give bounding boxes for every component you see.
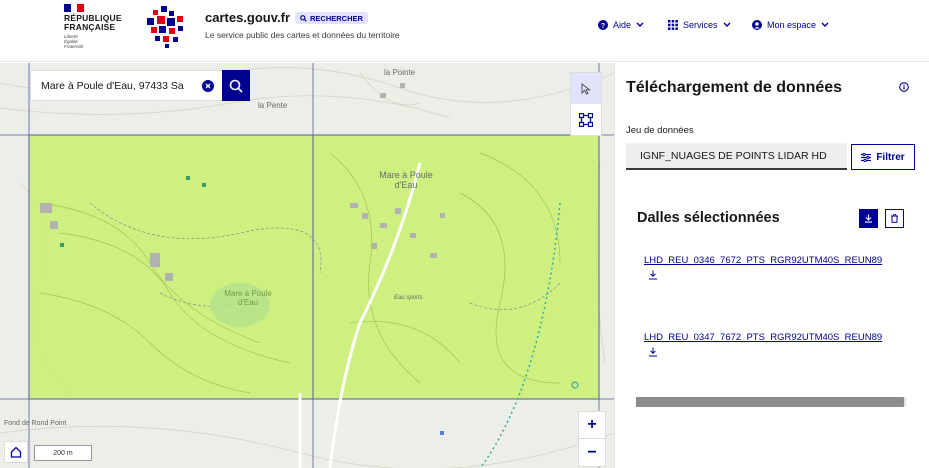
horizontal-scrollbar-thumb[interactable]: [636, 397, 904, 407]
french-flag-icon: [64, 4, 85, 12]
map-search-button[interactable]: [222, 70, 250, 101]
selection-tool-panel: [570, 72, 602, 136]
map-view[interactable]: la Pointe la Pente Mare à Poule d'Eau Ma…: [0, 63, 614, 468]
dataset-label: Jeu de données: [626, 125, 694, 136]
map-scale: 200 m: [34, 445, 92, 461]
home-icon: [10, 446, 22, 458]
search-badge-label: RECHERCHER: [310, 13, 363, 23]
map-label-mare-poule: Mare à Poule d'Eau: [379, 170, 433, 190]
nav-services[interactable]: Services: [668, 20, 731, 30]
search-icon: [229, 79, 243, 93]
grid-icon: [668, 20, 678, 30]
map-label-eau-sports: Eau sports: [394, 295, 423, 301]
panel-title: Téléchargement de données: [626, 79, 843, 96]
tile-list-item: LHD_REU_0347_7672_PTS_RGR92UTM40S_REUN89: [644, 332, 914, 357]
zoom-in-button[interactable]: +: [579, 412, 605, 439]
site-header: RÉPUBLIQUE FRANÇAISE Liberté Égalité Fra…: [0, 0, 929, 62]
selected-tiles-title: Dalles sélectionnées: [637, 210, 780, 226]
download-icon: [865, 214, 872, 223]
search-icon: [300, 14, 307, 22]
download-icon[interactable]: [648, 270, 658, 280]
filter-button[interactable]: Filtrer: [851, 144, 915, 170]
tile-download-link[interactable]: LHD_REU_0347_7672_PTS_RGR92UTM40S_REUN89: [644, 332, 914, 343]
polygon-tool-button[interactable]: [571, 104, 601, 135]
chevron-down-icon: [636, 22, 644, 27]
republic-text: RÉPUBLIQUE FRANÇAISE: [64, 13, 122, 32]
help-circle-icon: ?: [598, 20, 608, 30]
tile-area-left[interactable]: [28, 134, 314, 400]
search-badge[interactable]: RECHERCHER: [295, 12, 368, 24]
pointer-tool-button[interactable]: [571, 73, 601, 104]
tile-download-link[interactable]: LHD_REU_0346_7672_PTS_RGR92UTM40S_REUN89: [644, 255, 914, 266]
cursor-icon: [581, 82, 591, 95]
nav-mon-espace[interactable]: Mon espace: [752, 20, 829, 30]
nav-aide[interactable]: ? Aide: [598, 20, 644, 30]
polygon-select-icon: [579, 112, 593, 127]
map-label-la-pointe: la Pointe: [384, 68, 416, 77]
clear-search-button[interactable]: [202, 79, 214, 92]
ign-logo-icon[interactable]: [143, 4, 189, 48]
chevron-down-icon: [821, 22, 829, 27]
map-search-box: Mare à Poule d'Eau, 97433 Sa: [30, 70, 250, 101]
map-background: [0, 63, 614, 468]
account-icon: [752, 20, 762, 30]
map-search-input[interactable]: Mare à Poule d'Eau, 97433 Sa: [31, 80, 202, 92]
close-icon: [205, 83, 211, 88]
nav-aide-label: Aide: [613, 20, 632, 30]
download-panel: Téléchargement de données Jeu de données…: [614, 63, 929, 468]
republic-motto: Liberté Égalité Fraternité: [64, 34, 84, 49]
info-icon[interactable]: [899, 82, 909, 92]
filter-button-label: Filtrer: [876, 151, 905, 163]
zoom-out-button[interactable]: −: [579, 439, 605, 466]
download-icon[interactable]: [648, 347, 658, 357]
trash-icon: [891, 214, 898, 223]
download-all-button[interactable]: [859, 209, 878, 228]
svg-text:?: ?: [601, 23, 605, 30]
filter-icon: [861, 152, 872, 162]
dataset-select[interactable]: IGNF_NUAGES DE POINTS LIDAR HD: [626, 143, 847, 170]
map-attribution: Fond de Rond Point: [4, 420, 67, 427]
map-label-la-pente: la Pente: [258, 101, 288, 110]
site-title[interactable]: cartes.gouv.fr: [205, 10, 290, 25]
clear-selection-button[interactable]: [885, 209, 904, 228]
tile-area-right[interactable]: [312, 134, 600, 400]
site-subtitle: Le service public des cartes et données …: [205, 30, 400, 40]
map-label-mare-poule-small: Mare à Poule d'Eau: [224, 289, 272, 307]
republique-francaise-logo[interactable]: RÉPUBLIQUE FRANÇAISE Liberté Égalité Fra…: [64, 4, 134, 56]
home-view-button[interactable]: [4, 441, 28, 463]
chevron-down-icon: [723, 22, 731, 27]
tile-list-item: LHD_REU_0346_7672_PTS_RGR92UTM40S_REUN89: [644, 255, 914, 280]
nav-services-label: Services: [683, 20, 718, 30]
zoom-controls: + −: [578, 411, 606, 467]
nav-mon-espace-label: Mon espace: [767, 20, 817, 30]
